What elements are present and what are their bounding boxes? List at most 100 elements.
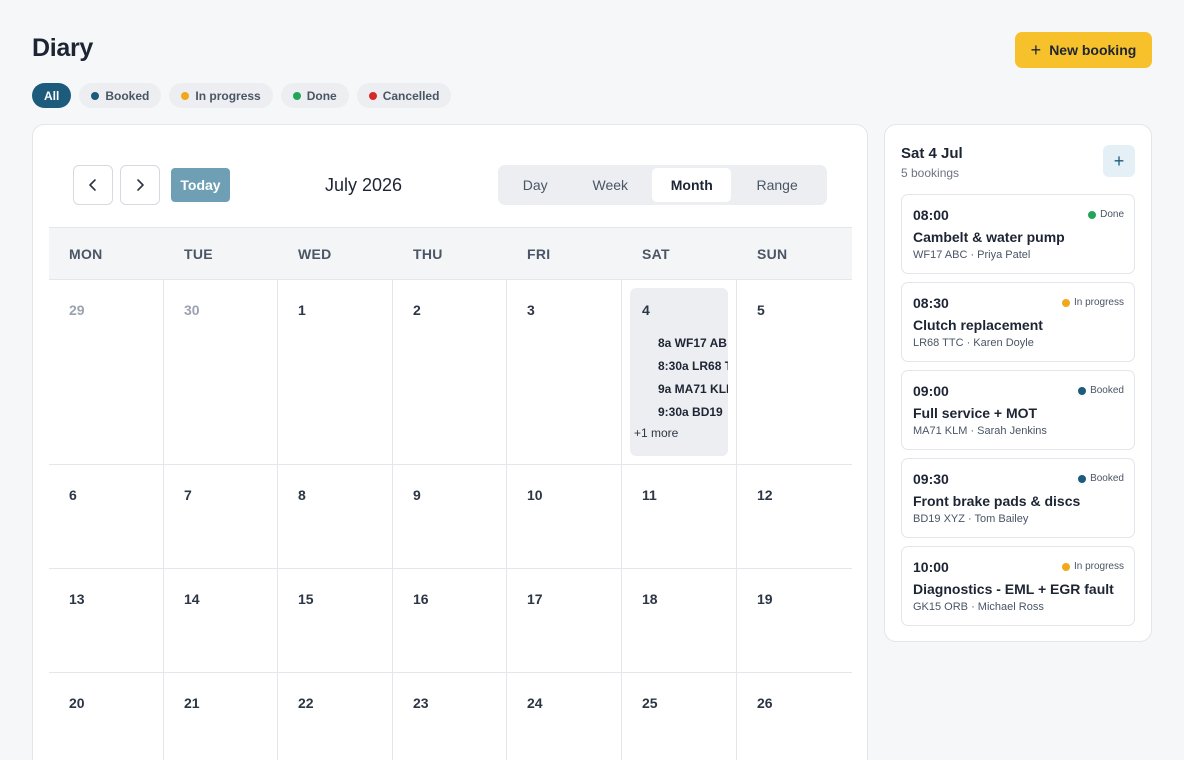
weekday-mon: MON	[69, 245, 103, 262]
booking-card[interactable]: 09:00 Booked Full service + MOT MA71 KLM · …	[901, 370, 1135, 450]
day-cell[interactable]: 9	[393, 465, 507, 568]
weekday-sun: SUN	[757, 245, 788, 262]
day-cell[interactable]: 25	[622, 673, 737, 760]
day-cell[interactable]: 22	[278, 673, 393, 760]
day-cell[interactable]: 29	[49, 280, 164, 464]
tab-range[interactable]: Range	[731, 168, 823, 202]
plus-icon: +	[1030, 39, 1042, 60]
tab-week[interactable]: Week	[568, 168, 652, 202]
booking-time: 09:30	[913, 471, 949, 487]
plus-icon: +	[1113, 150, 1125, 171]
tab-day[interactable]: Day	[502, 168, 568, 202]
week-row: 6 7 8 9 10 11 12	[49, 465, 852, 569]
day-cell[interactable]: 16	[393, 569, 507, 672]
booking-card[interactable]: 09:30 Booked Front brake pads & discs BD19 …	[901, 458, 1135, 538]
booking-card[interactable]: 08:00 Done Cambelt & water pump WF17 ABC · …	[901, 194, 1135, 274]
status-dot-icon	[1061, 298, 1070, 307]
day-number: 29	[69, 302, 85, 318]
filter-chip-all[interactable]: All	[32, 83, 72, 108]
day-cell[interactable]: 13	[49, 569, 164, 672]
status-label: Booked	[1090, 473, 1124, 484]
booking-meta: WF17 ABC · Priya Patel	[913, 249, 1031, 261]
day-cell[interactable]: 3	[507, 280, 622, 464]
status-dot-icon	[1078, 474, 1087, 483]
day-cell[interactable]: 8	[278, 465, 393, 568]
day-cell[interactable]: 17	[507, 569, 622, 672]
booking-card[interactable]: 08:30 In progress Clutch replacement LR68 T…	[901, 282, 1135, 362]
day-cell[interactable]: 14	[164, 569, 278, 672]
calendar-event[interactable]: 9:30a BD19	[658, 405, 723, 419]
status-dot-icon	[181, 91, 190, 100]
day-cell[interactable]: 15	[278, 569, 393, 672]
booking-meta: MA71 KLM · Sarah Jenkins	[913, 425, 1047, 437]
day-cell[interactable]: 2	[393, 280, 507, 464]
calendar-event[interactable]: 9a MA71 KLM	[658, 382, 728, 396]
day-number: 30	[184, 302, 200, 318]
status-dot-icon	[1061, 562, 1070, 571]
selected-day-title: Sat 4 Jul	[901, 145, 963, 162]
calendar-event[interactable]: 8:30a LR68 T	[658, 359, 728, 373]
day-number: 23	[413, 695, 429, 711]
filter-chip-done[interactable]: Done	[280, 83, 349, 108]
tab-month[interactable]: Month	[652, 168, 732, 202]
day-number: 10	[527, 487, 543, 503]
day-cell[interactable]: 12	[737, 465, 852, 568]
status-filters: All Booked In progress Done Cancelled	[32, 83, 452, 108]
booking-meta: GK15 ORB · Michael Ross	[913, 601, 1044, 613]
day-cell[interactable]: 26	[737, 673, 852, 760]
more-events-link[interactable]: +1 more	[634, 426, 678, 440]
day-number: 17	[527, 591, 543, 607]
day-cell[interactable]: 24	[507, 673, 622, 760]
filter-chip-cancelled[interactable]: Cancelled	[356, 83, 452, 108]
day-cell[interactable]: 7	[164, 465, 278, 568]
day-cell[interactable]: 1	[278, 280, 393, 464]
page-title: Diary	[32, 34, 94, 62]
day-number: 12	[757, 487, 773, 503]
day-cell[interactable]: 19	[737, 569, 852, 672]
day-cell[interactable]: 10	[507, 465, 622, 568]
view-switcher: Day Week Month Range	[498, 165, 827, 205]
filter-chip-in-progress[interactable]: In progress	[169, 83, 273, 108]
month-title: July 2026	[325, 175, 403, 195]
filter-chip-booked[interactable]: Booked	[79, 83, 162, 108]
status-label: Done	[1100, 209, 1124, 220]
calendar-event[interactable]: 8a WF17 AB	[658, 336, 727, 350]
add-booking-button[interactable]: +	[1103, 145, 1135, 177]
status-dot-icon	[368, 91, 377, 100]
selected-day-box[interactable]: 4 8a WF17 AB 8:30a LR68 T 9a MA71 KLM 9:30a …	[630, 288, 728, 456]
day-cell[interactable]: 18	[622, 569, 737, 672]
new-booking-button[interactable]: + New booking	[1015, 32, 1152, 68]
day-cell[interactable]: 5	[737, 280, 852, 464]
day-cell[interactable]: 6	[49, 465, 164, 568]
status-badge: In progress	[1061, 561, 1124, 572]
day-cell[interactable]: 21	[164, 673, 278, 760]
chevron-left-icon	[89, 179, 96, 191]
prev-month-button[interactable]	[73, 165, 113, 205]
weekday-thu: THU	[413, 245, 443, 262]
weekday-wed: WED	[298, 245, 332, 262]
booking-time: 08:00	[913, 207, 949, 223]
weekday-tue: TUE	[184, 245, 213, 262]
day-cell[interactable]: 20	[49, 673, 164, 760]
day-cell[interactable]: 11	[622, 465, 737, 568]
filter-chip-label: Done	[306, 88, 337, 103]
day-number: 4	[642, 302, 650, 318]
booking-meta: LR68 TTC · Karen Doyle	[913, 337, 1034, 349]
day-number: 8	[298, 487, 306, 503]
day-number: 20	[69, 695, 85, 711]
new-booking-label: New booking	[1049, 42, 1137, 58]
day-cell[interactable]: 30	[164, 280, 278, 464]
day-cell[interactable]: 4 8a WF17 AB 8:30a LR68 T 9a MA71 KLM 9:30a …	[622, 280, 737, 464]
booking-meta: BD19 XYZ · Tom Bailey	[913, 513, 1029, 525]
day-number: 11	[642, 487, 657, 503]
booking-card[interactable]: 10:00 In progress Diagnostics - EML + EGR …	[901, 546, 1135, 626]
booking-title: Cambelt & water pump	[913, 229, 1065, 245]
day-number: 22	[298, 695, 314, 711]
day-cell[interactable]: 23	[393, 673, 507, 760]
status-badge: Booked	[1078, 385, 1124, 396]
next-month-button[interactable]	[120, 165, 160, 205]
status-dot-icon	[1078, 386, 1087, 395]
status-dot-icon	[292, 91, 301, 100]
today-button[interactable]: Today	[171, 168, 230, 202]
calendar-card: Today July 2026 Day Week Month Range MON TUE…	[32, 124, 868, 760]
